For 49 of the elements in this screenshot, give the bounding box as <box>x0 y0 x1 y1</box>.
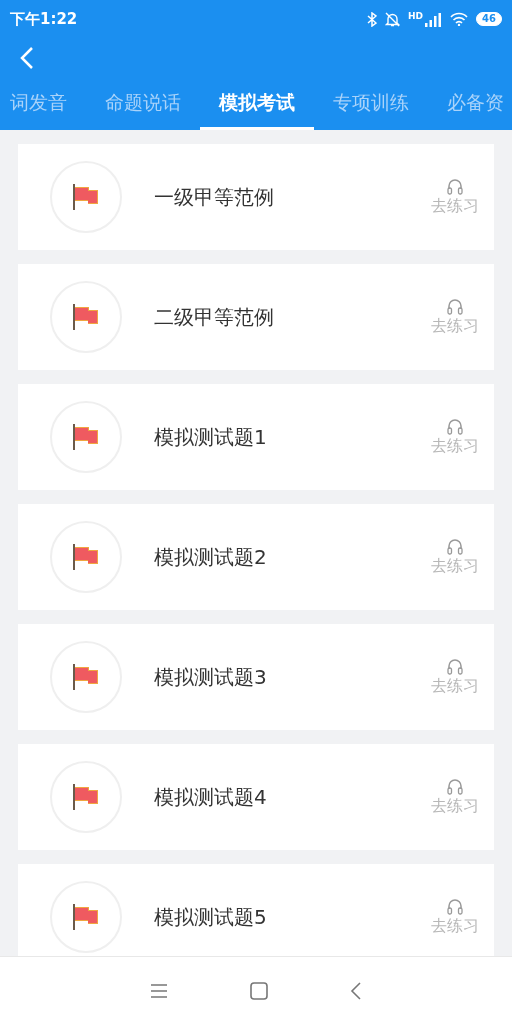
exam-card[interactable]: 模拟测试题1 去练习 <box>18 384 494 490</box>
flag-icon <box>71 542 101 572</box>
tab[interactable]: 词发音 <box>0 78 86 130</box>
bell-off-icon <box>385 11 401 27</box>
tab[interactable]: 命题说话 <box>86 78 200 130</box>
back-nav-icon[interactable] <box>350 980 362 1001</box>
exam-title: 模拟测试题3 <box>154 663 268 691</box>
exam-title: 一级甲等范例 <box>154 183 275 211</box>
exam-title: 模拟测试题2 <box>154 543 268 571</box>
exam-title: 模拟测试题4 <box>154 783 268 811</box>
practice-button[interactable]: 去练习 <box>416 657 494 697</box>
practice-button[interactable]: 去练习 <box>416 897 494 937</box>
practice-button[interactable]: 去练习 <box>416 537 494 577</box>
practice-button[interactable]: 去练习 <box>416 777 494 817</box>
exam-card[interactable]: 模拟测试题2 去练习 <box>18 504 494 610</box>
flag-icon <box>71 902 101 932</box>
flag-icon <box>71 302 101 332</box>
battery-indicator: 46 <box>476 12 502 26</box>
exam-card[interactable]: 模拟测试题3 去练习 <box>18 624 494 730</box>
tab[interactable]: 必备资 <box>428 78 512 130</box>
practice-button[interactable]: 去练习 <box>416 177 494 217</box>
headphones-icon <box>446 537 464 555</box>
wifi-icon <box>450 12 469 26</box>
flag-icon <box>71 662 101 692</box>
bluetooth-icon <box>367 11 378 27</box>
flag-icon <box>71 782 101 812</box>
headphones-icon <box>446 897 464 915</box>
exam-title: 模拟测试题5 <box>154 903 268 931</box>
practice-button[interactable]: 去练习 <box>416 417 494 457</box>
exam-card[interactable]: 二级甲等范例 去练习 <box>18 264 494 370</box>
exam-card[interactable]: 模拟测试题4 去练习 <box>18 744 494 850</box>
practice-button[interactable]: 去练习 <box>416 297 494 337</box>
exam-title: 二级甲等范例 <box>154 303 275 331</box>
flag-icon <box>71 182 101 212</box>
headphones-icon <box>446 297 464 315</box>
home-icon[interactable] <box>250 981 268 1000</box>
headphones-icon <box>446 777 464 795</box>
status-time: 下午1:22 <box>10 9 78 29</box>
flag-icon <box>71 422 101 452</box>
back-icon[interactable] <box>20 46 34 70</box>
headphones-icon <box>446 417 464 435</box>
tab[interactable]: 模拟考试 <box>200 78 314 130</box>
exam-title: 模拟测试题1 <box>154 423 268 451</box>
headphones-icon <box>446 177 464 195</box>
headphones-icon <box>446 657 464 675</box>
menu-icon[interactable] <box>150 982 168 999</box>
exam-card[interactable]: 模拟测试题5 去练习 <box>18 864 494 956</box>
tab[interactable]: 专项训练 <box>314 78 428 130</box>
exam-card[interactable]: 一级甲等范例 去练习 <box>18 144 494 250</box>
